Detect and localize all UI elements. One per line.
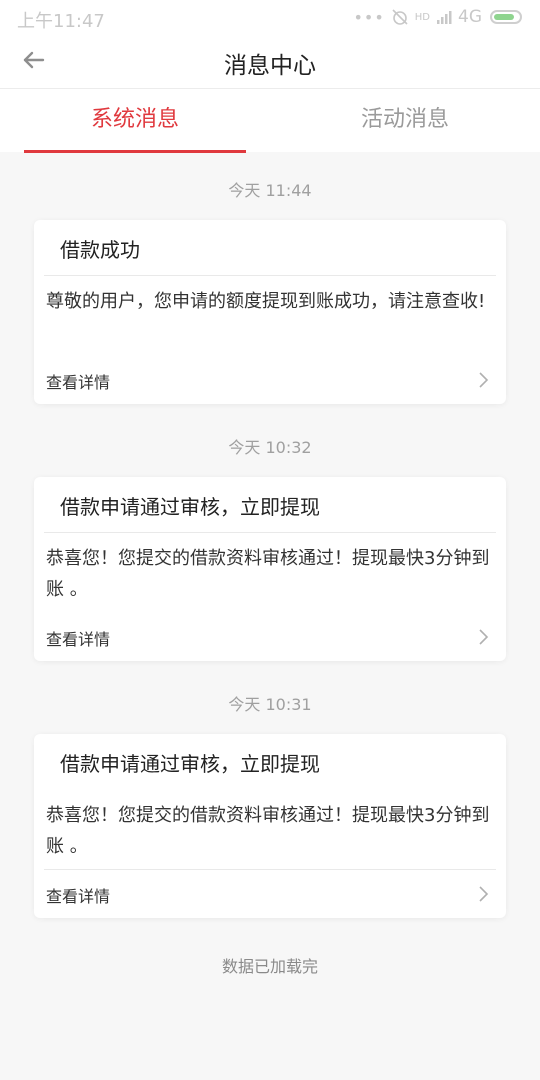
divider — [44, 869, 496, 870]
message-card[interactable]: 借款申请通过审核，立即提现 恭喜您！您提交的借款资料审核通过！提现最快3分钟到账… — [34, 477, 506, 661]
view-details-link[interactable]: 查看详情 — [46, 626, 110, 650]
message-title: 借款申请通过审核，立即提现 — [60, 752, 320, 776]
status-time: 上午11:47 — [17, 11, 105, 32]
load-complete-text: 数据已加载完 — [221, 957, 318, 976]
battery-icon — [490, 10, 522, 24]
message-body: 恭喜您！您提交的借款资料审核通过！提现最快3分钟到账 。 — [46, 805, 490, 857]
signal-icon — [437, 11, 452, 24]
page-title: 消息中心 — [224, 53, 316, 79]
nav-bar: 消息中心 — [0, 34, 540, 88]
tab-system-messages[interactable]: 系统消息 — [24, 89, 246, 153]
chevron-right-icon[interactable] — [474, 370, 494, 390]
view-details-link[interactable]: 查看详情 — [46, 369, 110, 393]
message-card[interactable]: 借款申请通过审核，立即提现 恭喜您！您提交的借款资料审核通过！提现最快3分钟到账… — [34, 734, 506, 918]
tab-bar: 系统消息 活动消息 — [0, 88, 540, 153]
message-card[interactable]: 借款成功 尊敬的用户，您申请的额度提现到账成功，请注意查收! 查看详情 — [34, 220, 506, 404]
alarm-off-icon — [392, 9, 408, 25]
message-time: 今天 11:44 — [228, 181, 312, 200]
message-time: 今天 10:32 — [228, 438, 312, 457]
tab-activity-messages[interactable]: 活动消息 — [294, 89, 516, 153]
message-body: 尊敬的用户，您申请的额度提现到账成功，请注意查收! — [46, 291, 486, 312]
message-time: 今天 10:31 — [228, 695, 312, 714]
hd-label: HD — [414, 11, 430, 23]
divider — [44, 275, 496, 276]
status-bar: 上午11:47 ••• HD 4G — [0, 0, 540, 34]
message-title: 借款成功 — [60, 238, 140, 262]
divider — [44, 532, 496, 533]
message-body: 恭喜您！您提交的借款资料审核通过！提现最快3分钟到账 。 — [46, 548, 490, 600]
network-type: 4G — [458, 7, 482, 27]
chevron-right-icon[interactable] — [474, 627, 494, 647]
chevron-right-icon[interactable] — [474, 884, 494, 904]
status-icons: ••• HD 4G — [353, 7, 522, 27]
view-details-link[interactable]: 查看详情 — [46, 883, 110, 907]
more-dots-icon: ••• — [353, 7, 385, 27]
message-title: 借款申请通过审核，立即提现 — [60, 495, 320, 519]
